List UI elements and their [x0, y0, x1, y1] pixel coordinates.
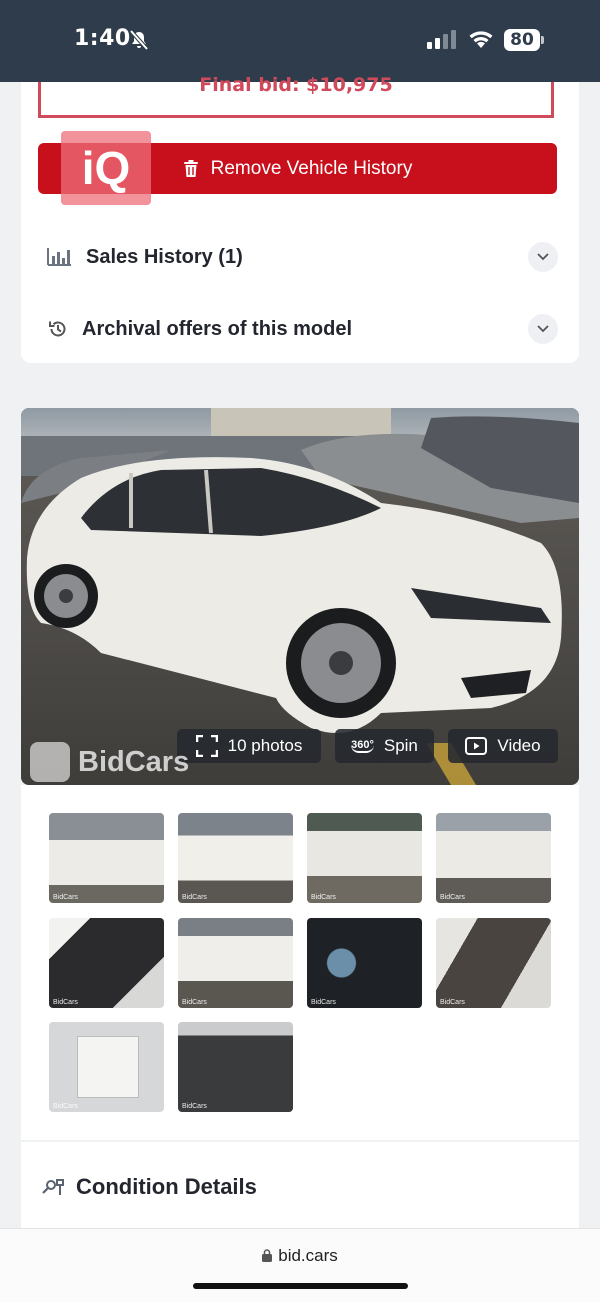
thumbnail-watermark: BidCars: [53, 894, 78, 901]
thumbnail-watermark: BidCars: [182, 999, 207, 1006]
spin-360-icon: 360°: [351, 738, 374, 753]
gallery-thumbnail[interactable]: BidCars: [49, 918, 164, 1008]
condition-details-title: Condition Details: [76, 1174, 257, 1199]
iq-logo: iQ: [61, 131, 151, 205]
thumbnail-watermark: BidCars: [311, 894, 336, 901]
gallery-thumbnail[interactable]: BidCars: [436, 813, 551, 903]
gallery-thumbnail[interactable]: BidCars: [436, 918, 551, 1008]
lock-icon: [262, 1249, 273, 1262]
chevron-down-icon[interactable]: [528, 314, 558, 344]
thumbnail-watermark: BidCars: [53, 1103, 78, 1110]
photos-label: 10 photos: [227, 736, 303, 755]
final-bid-box: Final bid: $10,975: [38, 74, 554, 118]
play-icon: [465, 737, 488, 755]
battery-tip: [541, 36, 544, 44]
gallery-thumbnail[interactable]: BidCars: [307, 813, 422, 903]
bidcars-watermark-text: BidCars: [78, 745, 190, 778]
battery-indicator: 80: [504, 29, 540, 51]
chevron-down-icon[interactable]: [528, 242, 558, 272]
remove-vehicle-history-label: Remove Vehicle History: [210, 157, 413, 179]
spin-label: Spin: [383, 736, 418, 755]
thumbnail-watermark: BidCars: [440, 894, 465, 901]
thumbnail-watermark: BidCars: [53, 999, 78, 1006]
status-bar: 1:40 80: [0, 0, 600, 82]
condition-details-header[interactable]: Condition Details: [40, 1174, 257, 1200]
url-text: bid.cars: [278, 1246, 338, 1265]
sales-history-row[interactable]: Sales History (1): [46, 237, 558, 277]
wifi-icon: [469, 31, 493, 48]
thumbnail-watermark: BidCars: [440, 999, 465, 1006]
url-field[interactable]: bid.cars: [0, 1246, 600, 1266]
archival-offers-row[interactable]: Archival offers of this model: [48, 309, 558, 349]
gallery-thumbnail[interactable]: BidCars: [49, 813, 164, 903]
history-icon: [49, 321, 66, 337]
bidcars-watermark: BidCars: [30, 742, 189, 782]
bar-chart-icon: [47, 248, 71, 266]
gallery-thumbnail[interactable]: BidCars: [178, 1022, 293, 1112]
home-indicator[interactable]: [193, 1283, 408, 1289]
signal-icon: [427, 30, 456, 49]
spin-button[interactable]: 360° Spin: [335, 729, 434, 763]
gallery-thumbnail[interactable]: BidCars: [307, 918, 422, 1008]
bidcars-watermark-logo: [30, 742, 70, 782]
bell-muted-icon: [129, 29, 149, 51]
vin-label-sticker: [77, 1036, 139, 1098]
photos-button[interactable]: 10 photos: [177, 729, 321, 763]
final-bid-text: Final bid: $10,975: [199, 74, 393, 96]
gallery-thumbnail[interactable]: BidCars: [178, 813, 293, 903]
video-label: Video: [497, 736, 541, 755]
sales-history-label: Sales History (1): [86, 245, 243, 268]
browser-address-bar: bid.cars: [0, 1228, 600, 1302]
thumbnail-watermark: BidCars: [182, 894, 207, 901]
archival-offers-label: Archival offers of this model: [82, 317, 353, 340]
expand-icon: [195, 735, 218, 757]
gallery-thumbnail[interactable]: BidCars: [49, 1022, 164, 1112]
thumbnail-watermark: BidCars: [182, 1103, 207, 1110]
gallery-thumbnail[interactable]: BidCars: [178, 918, 293, 1008]
thumbnail-watermark: BidCars: [311, 999, 336, 1006]
status-time: 1:40: [74, 26, 131, 51]
video-button[interactable]: Video: [448, 729, 558, 763]
trash-icon: [183, 159, 198, 177]
wrench-icon: [42, 1179, 64, 1195]
